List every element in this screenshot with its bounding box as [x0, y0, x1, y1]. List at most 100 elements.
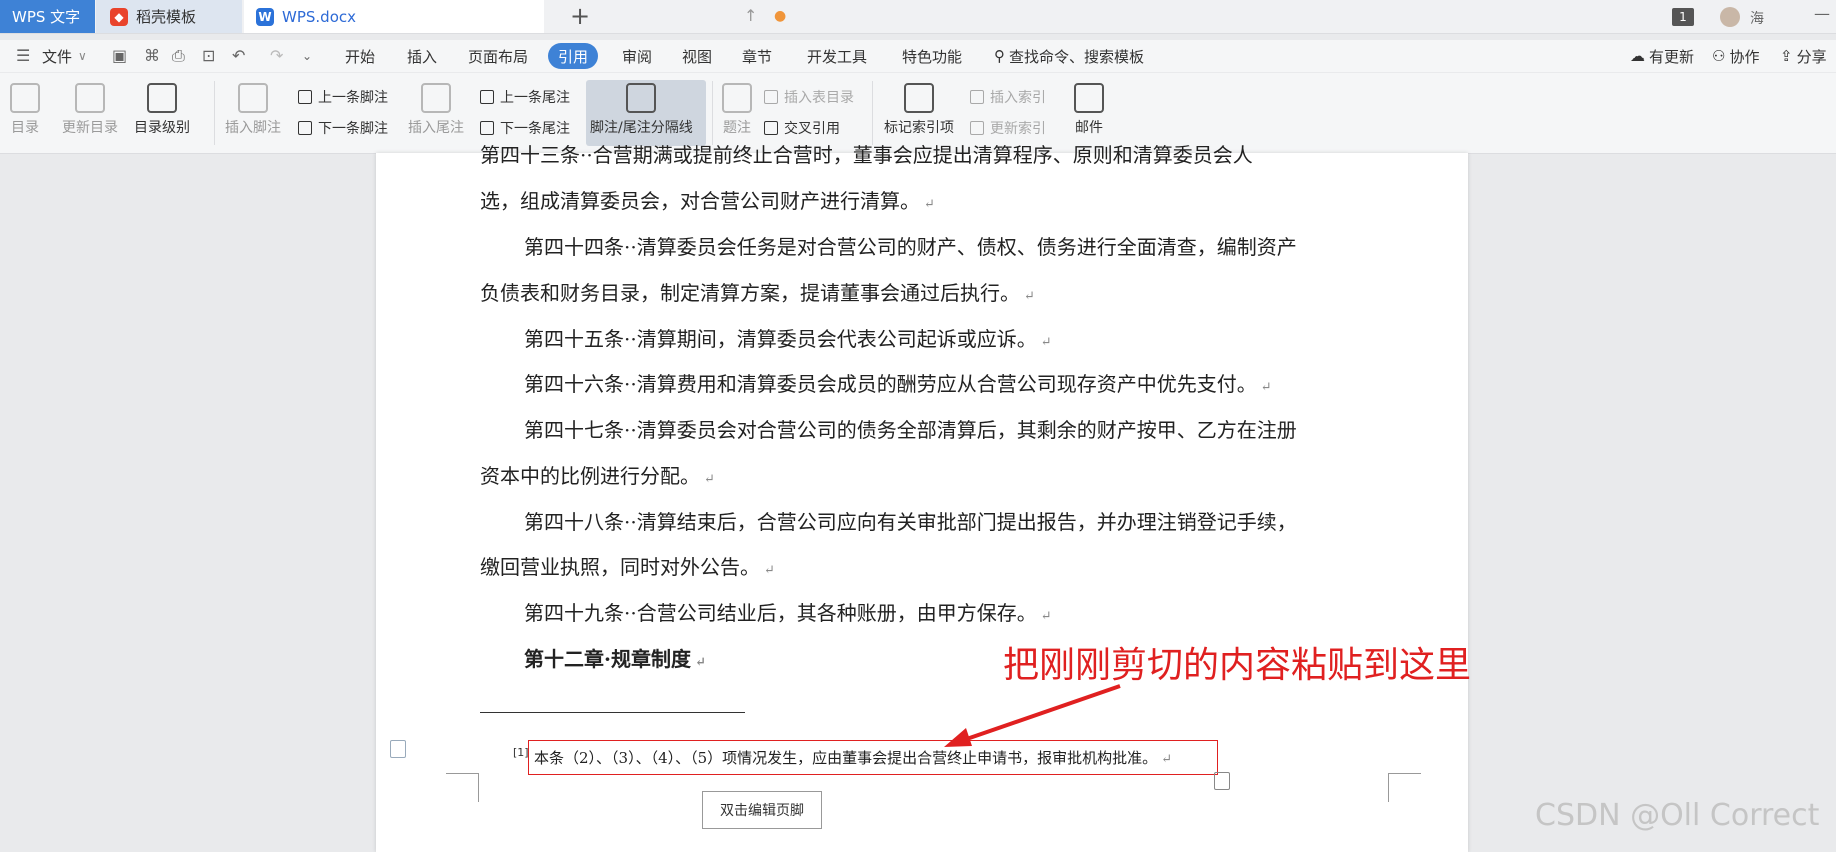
footnote-text[interactable]: 本条（2）、（3）、（4）、（5）项情况发生，应由董事会提出合营终止申请书，报审…	[534, 747, 1172, 768]
app-tab[interactable]: WPS 文字	[0, 0, 95, 33]
command-search[interactable]: ⚲ 查找命令、搜索模板	[994, 40, 1144, 72]
format-painter-icon[interactable]: ⌘	[144, 46, 160, 65]
table-toc-icon	[764, 90, 778, 104]
new-tab-button[interactable]: +	[570, 2, 590, 30]
share-button[interactable]: ⇪ 分享	[1780, 40, 1827, 72]
chapter-heading: 第十二章·规章制度 ↵	[524, 643, 706, 672]
cloud-update-icon: ☁	[1630, 47, 1645, 65]
prev-footnote-button[interactable]: 上一条脚注	[298, 87, 388, 107]
menu-chapter[interactable]: 章节	[742, 40, 772, 72]
mark-index-button[interactable]: 标记索引项	[884, 83, 954, 137]
insert-index-icon	[970, 90, 984, 104]
file-menu[interactable]: 文件 ∨	[42, 40, 87, 72]
menu-review[interactable]: 审阅	[622, 40, 652, 72]
insert-table-toc-label: 插入表目录	[784, 90, 854, 106]
doc-paragraph: 缴回营业执照，同时对外公告。 ↵	[480, 551, 775, 580]
doc-text: 缴回营业执照，同时对外公告。	[480, 555, 760, 579]
undo-icon[interactable]: ↶	[232, 46, 245, 65]
cross-reference-label: 交叉引用	[784, 121, 840, 137]
chapter-number: 第十二章·	[524, 647, 611, 671]
footnote-separator-line	[480, 712, 745, 713]
doc-paragraph: 第四十八条··清算结束后，合营公司应向有关审批部门提出报告，并办理注销登记手续，	[524, 506, 1297, 535]
page-corner-mark	[1388, 773, 1421, 802]
prev-endnote-icon	[480, 90, 494, 104]
next-endnote-icon	[480, 121, 494, 135]
mail-icon	[1074, 83, 1104, 113]
ribbon-divider	[872, 81, 873, 145]
update-label: 有更新	[1649, 47, 1695, 66]
doc-paragraph: 负债表和财务目录，制定清算方案，提请董事会通过后执行。 ↵	[480, 277, 1035, 306]
prev-footnote-label: 上一条脚注	[318, 90, 388, 106]
caption-button[interactable]: 题注	[722, 83, 752, 137]
chapter-title: 规章制度	[610, 647, 691, 671]
document-page[interactable]: 第四十三条··合营期满或提前终止合营时，董事会应提出清算程序、原则和清算委员会人…	[376, 143, 1468, 852]
footnote-content: 本条（2）、（3）、（4）、（5）项情况发生，应由董事会提出合营终止申请书，报审…	[534, 749, 1158, 767]
daoke-icon: ◆	[110, 7, 128, 26]
avatar[interactable]	[1720, 7, 1740, 27]
insert-index-button[interactable]: 插入索引	[970, 87, 1046, 107]
doc-paragraph: 第四十五条··清算期间，清算委员会代表公司起诉或应诉。 ↵	[524, 323, 1052, 352]
prev-endnote-button[interactable]: 上一条尾注	[480, 87, 570, 107]
insert-endnote-label: 插入尾注	[408, 120, 464, 136]
daoke-template-tab[interactable]: ◆ 稻壳模板	[96, 0, 242, 33]
insert-table-toc-button[interactable]: 插入表目录	[764, 87, 854, 107]
toc-level-button[interactable]: 目录级别	[134, 83, 190, 137]
user-name[interactable]: 海	[1750, 8, 1764, 28]
update-index-button[interactable]: 更新索引	[970, 118, 1046, 138]
mark-index-label: 标记索引项	[884, 120, 954, 136]
insert-footnote-button[interactable]: 插入脚注	[225, 83, 281, 137]
print-icon[interactable]: ⎙	[172, 46, 185, 66]
collab-button[interactable]: ⚇ 协作	[1712, 40, 1759, 72]
edit-footer-button[interactable]: 双击编辑页脚	[702, 791, 822, 829]
redo-icon[interactable]: ↷	[270, 46, 283, 65]
print-preview-icon[interactable]: ⊡	[202, 46, 215, 65]
word-doc-icon: W	[256, 7, 274, 26]
app-tab-label: WPS 文字	[12, 8, 81, 26]
ribbon-divider	[214, 81, 215, 145]
cross-reference-button[interactable]: 交叉引用	[764, 118, 840, 138]
separator-icon	[626, 83, 657, 113]
insert-footnote-label: 插入脚注	[225, 120, 281, 136]
doc-paragraph: 第四十六条··清算费用和清算委员会成员的酬劳应从合营公司现存资产中优先支付。 ↵	[524, 368, 1272, 397]
chevron-down-icon: ∨	[78, 49, 87, 63]
menu-references[interactable]: 引用	[548, 43, 599, 69]
window-count-badge[interactable]: 1	[1672, 8, 1694, 26]
insert-endnote-button[interactable]: 插入尾注	[408, 83, 464, 137]
toc-button[interactable]: 目录	[10, 83, 40, 137]
footnote-separator-label: 脚注/尾注分隔线	[590, 120, 693, 136]
caption-label: 题注	[723, 120, 751, 136]
next-endnote-button[interactable]: 下一条尾注	[480, 118, 570, 138]
paste-options-icon[interactable]	[1214, 772, 1230, 790]
menu-insert[interactable]: 插入	[407, 40, 437, 72]
search-icon: ⚲	[994, 47, 1005, 65]
menu-developer[interactable]: 开发工具	[807, 40, 867, 72]
mail-button[interactable]: 邮件	[1074, 83, 1104, 137]
save-icon[interactable]: ▣	[112, 46, 127, 65]
next-footnote-button[interactable]: 下一条脚注	[298, 118, 388, 138]
footnote-separator-button[interactable]: 脚注/尾注分隔线	[590, 83, 693, 137]
hamburger-icon[interactable]: ☰	[16, 46, 30, 65]
document-tab[interactable]: W WPS.docx ↑ ●	[244, 0, 786, 33]
menu-view[interactable]: 视图	[682, 40, 712, 72]
menu-home[interactable]: 开始	[345, 40, 375, 72]
page-corner-mark	[446, 773, 479, 802]
paragraph-mark: ↵	[1040, 335, 1052, 350]
update-toc-button[interactable]: 更新目录	[62, 83, 118, 137]
update-button[interactable]: ☁ 有更新	[1630, 40, 1694, 72]
menu-page-layout[interactable]: 页面布局	[468, 40, 528, 72]
minimize-button[interactable]: —	[1814, 4, 1830, 23]
doc-paragraph: 资本中的比例进行分配。 ↵	[480, 460, 715, 489]
toc-level-icon	[147, 83, 177, 113]
command-search-label: 查找命令、搜索模板	[1009, 47, 1145, 66]
doc-text: 第四十八条··清算结束后，合营公司应向有关审批部门提出报告，并办理注销登记手续，	[524, 510, 1297, 534]
menu-special[interactable]: 特色功能	[902, 40, 962, 72]
upload-icon[interactable]: ↑	[744, 6, 757, 25]
daoke-tab-label: 稻壳模板	[136, 8, 197, 26]
doc-outline-icon[interactable]	[390, 740, 406, 758]
paragraph-mark: ↵	[1161, 752, 1173, 767]
ribbon-divider	[712, 81, 713, 145]
customize-toolbar-icon[interactable]: ⌄	[302, 49, 312, 63]
cross-reference-icon	[764, 121, 778, 135]
next-footnote-icon	[298, 121, 312, 135]
tab-bar: WPS 文字 ◆ 稻壳模板 W WPS.docx ↑ ● + 1 海 —	[0, 0, 1836, 34]
